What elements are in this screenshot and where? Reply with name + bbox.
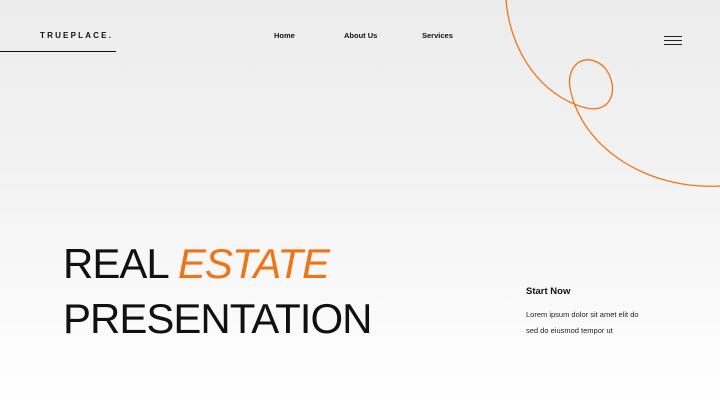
nav-about-us-link[interactable]: About Us [344, 31, 377, 40]
hero-title-accent-estate: ESTATE [177, 240, 330, 287]
hero-title-word-real: REAL [63, 240, 168, 287]
nav-home-link[interactable]: Home [274, 31, 295, 40]
menu-line [664, 44, 682, 45]
nav-services-link[interactable]: Services [422, 31, 453, 40]
brand-logo[interactable]: TRUEPLACE. [40, 31, 113, 40]
slide: TRUEPLACE. Home About Us Services REAL E… [0, 0, 720, 405]
menu-line [664, 36, 682, 37]
hero-title-line-1: REAL ESTATE [63, 236, 371, 291]
menu-line [664, 40, 682, 41]
cta-description: Lorem ipsum dolor sit amet elit do sed d… [526, 307, 676, 339]
hero-title-line-2: PRESENTATION [63, 295, 372, 342]
start-now-link[interactable]: Start Now [526, 286, 570, 297]
cta-description-line-1: Lorem ipsum dolor sit amet elit do [526, 310, 639, 319]
hamburger-menu-icon[interactable] [664, 35, 682, 45]
cta-description-line-2: sed do eiusmod tempor ut [526, 326, 613, 335]
logo-underline [0, 51, 116, 52]
hero-title: REAL ESTATE PRESENTATION [63, 236, 372, 346]
